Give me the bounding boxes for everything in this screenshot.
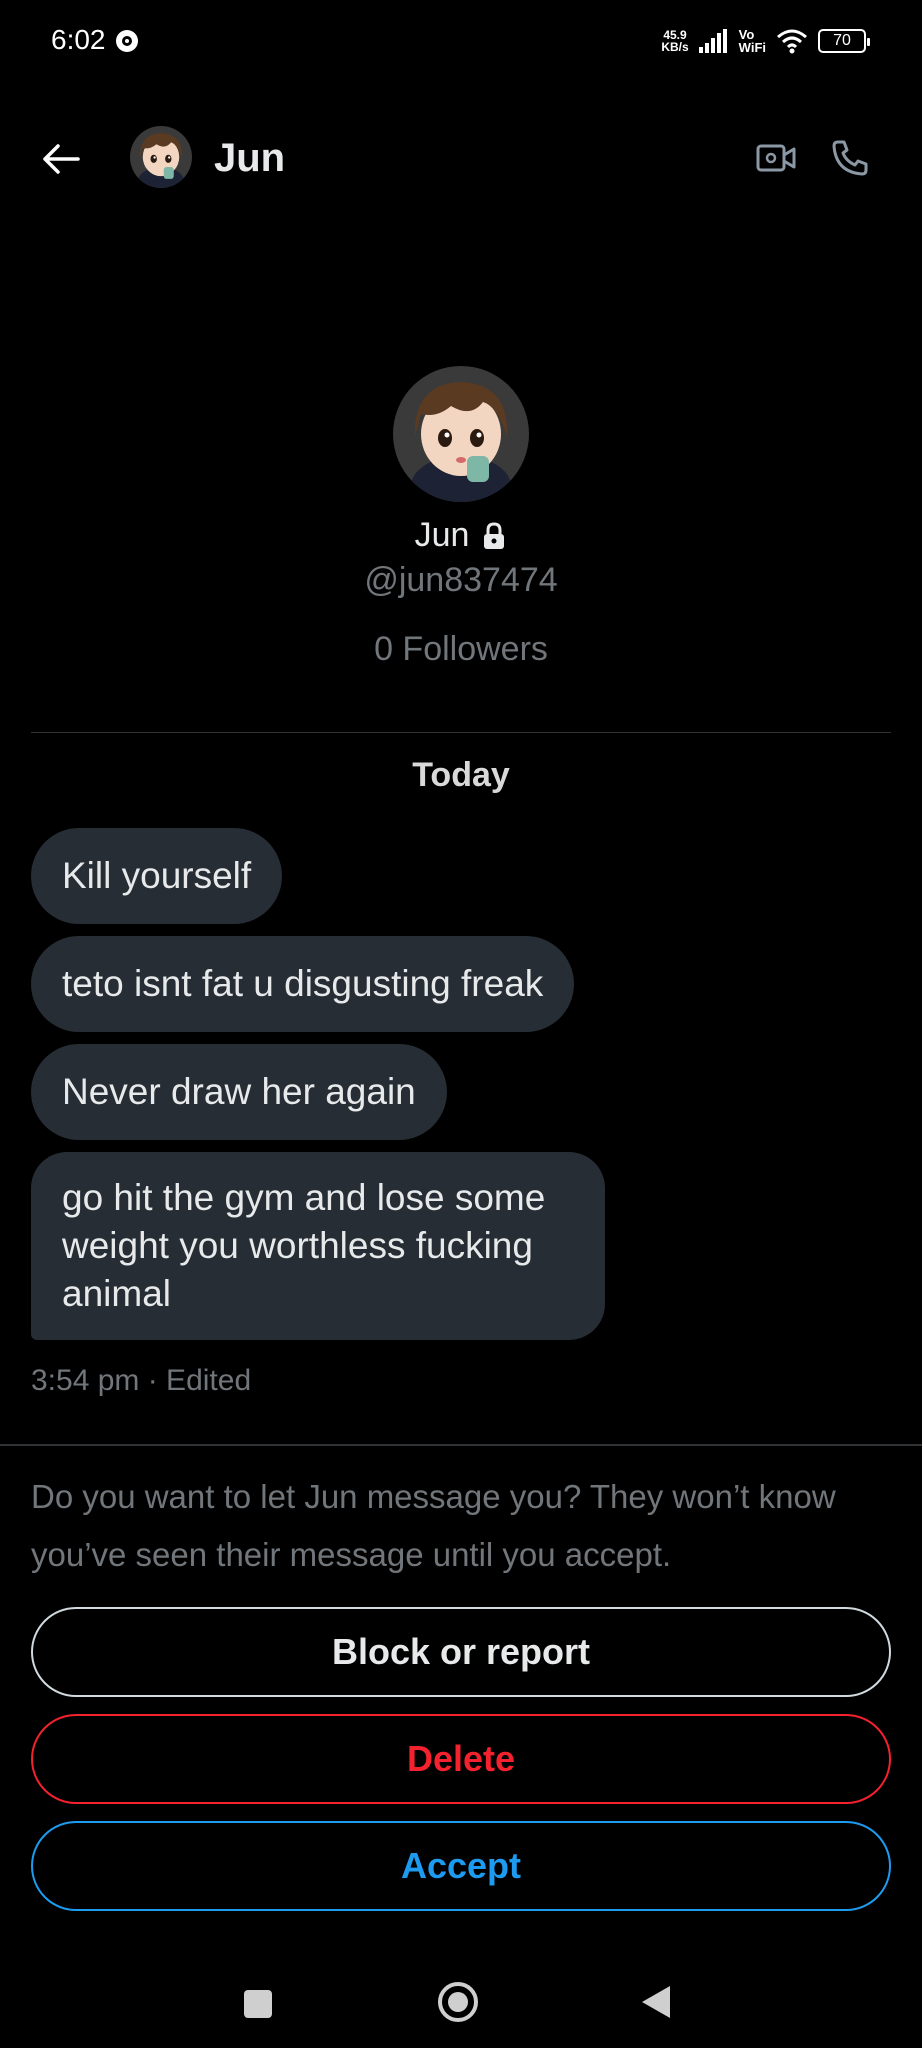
home-icon-dot [448,1992,468,2012]
status-time: 6:02 [51,24,106,55]
profile-name-row: Jun [0,516,922,555]
back-button[interactable] [38,136,84,182]
status-indicators: 45.9 KB/s Vo WiFi 70 [661,24,870,58]
voice-call-button[interactable] [826,134,874,182]
avatar-image [130,126,192,188]
wifi-icon [777,29,807,54]
signal-icon [698,29,727,53]
message-bubble[interactable]: teto isnt fat u disgusting freak [31,936,575,1032]
header-avatar[interactable] [130,126,192,188]
vowifi-bottom: WiFi [738,40,766,55]
lock-icon [484,521,505,549]
network-speed: 45.9 KB/s [661,29,688,53]
back-triangle-icon[interactable] [640,1984,672,2020]
profile-name: Jun [414,516,470,554]
status-bar: 6:02 45.9 KB/s Vo WiFi 70 [0,0,922,82]
divider [31,732,891,733]
message-request-prompt: Do you want to let Jun message you? They… [31,1478,836,1573]
profile-summary: Jun @jun837474 0 Followers [0,366,922,669]
message-bubble[interactable]: go hit the gym and lose some weight you … [31,1152,605,1340]
profile-avatar[interactable] [393,366,529,502]
conversation-header: Jun [0,110,922,206]
message-bubble[interactable]: Kill yourself [31,828,283,924]
message-list: Kill yourself teto isnt fat u disgusting… [31,828,891,1352]
battery-indicator: 70 [818,29,870,53]
vowifi-indicator: Vo WiFi [739,28,766,54]
message-row: teto isnt fat u disgusting freak [31,936,891,1044]
network-speed-unit: KB/s [661,40,689,54]
dm-request-screen: 6:02 45.9 KB/s Vo WiFi 70 Jun Jun @jun83… [0,0,922,2048]
message-row: go hit the gym and lose some weight you … [31,1152,891,1352]
block-or-report-button[interactable]: Block or report [31,1607,891,1697]
home-icon[interactable] [438,1982,478,2022]
date-separator: Today [412,756,510,794]
app-notification-icon [116,30,138,52]
video-call-button[interactable] [752,134,800,182]
header-title: Jun [214,136,286,180]
accept-button[interactable]: Accept [31,1821,891,1911]
recents-icon[interactable] [244,1990,272,2018]
avatar-image [393,366,529,502]
message-row: Kill yourself [31,828,891,936]
delete-button[interactable]: Delete [31,1714,891,1804]
message-bubble[interactable]: Never draw her again [31,1044,447,1140]
profile-handle[interactable]: @jun837474 [0,561,922,600]
message-row: Never draw her again [31,1044,891,1152]
phone-icon [832,140,868,176]
message-timestamp: 3:54 pm · Edited [31,1364,252,1397]
back-arrow-icon [43,144,80,174]
profile-followers[interactable]: 0 Followers [0,630,922,669]
video-call-icon [756,144,796,172]
system-navigation-bar [0,1960,922,2048]
divider [0,1444,922,1446]
